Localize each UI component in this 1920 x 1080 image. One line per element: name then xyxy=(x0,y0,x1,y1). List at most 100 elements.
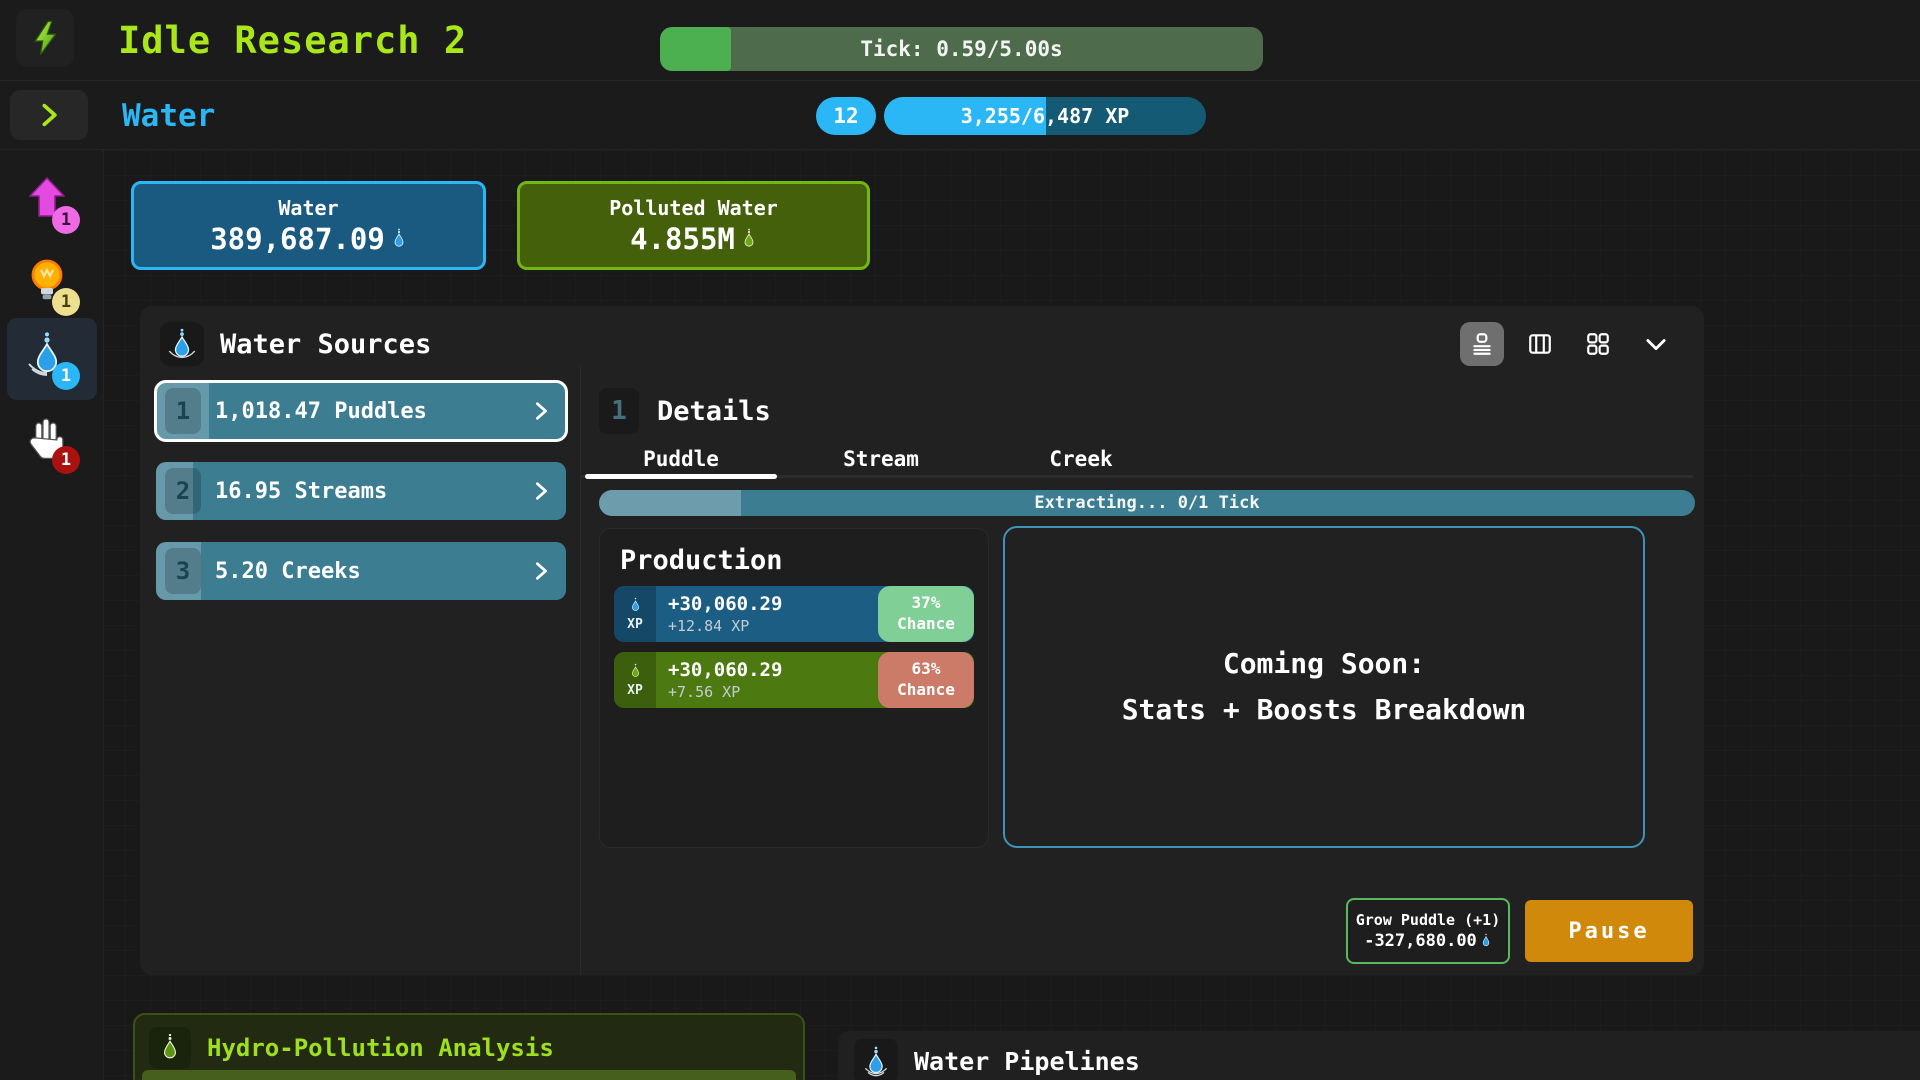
hydro-pollution-progress-strip xyxy=(142,1070,796,1080)
source-label: 5.20 Creeks xyxy=(215,559,361,584)
column-view-button[interactable] xyxy=(1518,322,1562,366)
extracting-progress-label: Extracting... 0/1 Tick xyxy=(599,490,1695,516)
water-sources-icon-chip xyxy=(160,322,204,366)
water-pipelines-title: Water Pipelines xyxy=(914,1047,1140,1076)
production-row-water: XP +30,060.29 +12.84 XP 37% Chance xyxy=(614,586,974,642)
page-title: Water xyxy=(122,81,215,150)
polluted-amount: 4.855M xyxy=(630,222,735,256)
grid-view-button[interactable] xyxy=(1576,322,1620,366)
tab-label: Creek xyxy=(1049,447,1112,471)
sidebar-item-upgrades[interactable]: 1 xyxy=(0,164,104,242)
sub-bar: Water 12 3,255/6,487 XP xyxy=(0,81,1920,150)
water-resource-card[interactable]: Water 389,687.09 xyxy=(131,181,486,270)
sidebar-item-water[interactable]: 1 xyxy=(0,320,104,398)
production-title: Production xyxy=(600,529,988,586)
grid-view-icon xyxy=(1585,331,1611,357)
water-sources-panel: Water Sources xyxy=(140,306,1704,975)
source-index: 3 xyxy=(165,548,201,594)
production-row-values: +30,060.29 +12.84 XP xyxy=(656,586,878,642)
production-row-values: +30,060.29 +7.56 XP xyxy=(656,652,878,708)
tick-progress-bar: Tick: 0.59/5.00s xyxy=(660,27,1263,71)
sidebar-expand-button[interactable] xyxy=(10,90,88,140)
extracting-progress-bar: Extracting... 0/1 Tick xyxy=(599,490,1695,516)
sidebar-item-research[interactable]: 1 xyxy=(0,246,104,324)
chance-percent: 63% xyxy=(912,659,941,680)
game-screen: Idle Research 2 Tick: 0.59/5.00s Water 1… xyxy=(0,0,1920,1080)
pipelines-icon-chip xyxy=(854,1039,898,1080)
chevron-right-icon xyxy=(530,382,552,440)
app-logo-button[interactable] xyxy=(16,9,74,67)
chance-chip: 63% Chance xyxy=(878,652,974,708)
production-xp: +7.56 XP xyxy=(668,683,878,701)
collapse-panel-button[interactable] xyxy=(1634,322,1678,366)
chevron-down-icon xyxy=(1642,330,1670,358)
hydro-pollution-title: Hydro-Pollution Analysis xyxy=(207,1034,554,1062)
source-item-streams[interactable]: 2 16.95 Streams xyxy=(156,462,566,520)
grow-puddle-button[interactable]: Grow Puddle (+1) -327,680.00 xyxy=(1346,898,1510,964)
details-title: Details xyxy=(657,388,771,434)
details-region: 1 Details Puddle Stream Creek Extracting… xyxy=(580,366,1704,975)
water-drop-icon xyxy=(391,228,407,250)
polluted-card-title: Polluted Water xyxy=(609,196,778,220)
sidebar: 1 1 1 xyxy=(0,150,104,1080)
xp-progress-bar: 3,255/6,487 XP xyxy=(884,97,1206,135)
production-card: Production XP +30,060.29 +12.84 xyxy=(599,528,989,848)
polluted-card-value: 4.855M xyxy=(630,222,757,256)
tab-puddle[interactable]: Puddle xyxy=(581,442,781,475)
polluted-drop-icon xyxy=(629,663,642,680)
source-index: 2 xyxy=(165,468,201,514)
pause-button[interactable]: Pause xyxy=(1525,900,1693,962)
chevron-right-icon xyxy=(35,101,63,129)
chance-word: Chance xyxy=(897,614,955,635)
source-item-creeks[interactable]: 3 5.20 Creeks xyxy=(156,542,566,600)
source-item-puddles[interactable]: 1 1,018.47 Puddles xyxy=(156,382,566,440)
water-drop-ripple-icon xyxy=(165,327,199,361)
polluted-water-resource-card[interactable]: Polluted Water 4.855M xyxy=(517,181,870,270)
polluted-drop-icon xyxy=(157,1033,183,1063)
tab-creek[interactable]: Creek xyxy=(981,442,1181,475)
hydro-pollution-panel: Hydro-Pollution Analysis xyxy=(133,1013,805,1080)
coming-soon-box: Coming Soon: Stats + Boosts Breakdown xyxy=(1003,526,1645,848)
chance-word: Chance xyxy=(897,680,955,701)
water-badge: 1 xyxy=(52,362,80,390)
details-index-chip: 1 xyxy=(599,388,639,434)
water-pipelines-header: Water Pipelines xyxy=(838,1031,1920,1080)
coming-soon-line1: Coming Soon: xyxy=(1223,641,1425,687)
water-card-value: 389,687.09 xyxy=(210,222,407,256)
column-view-icon xyxy=(1527,331,1553,357)
stack-view-button[interactable] xyxy=(1460,322,1504,366)
upgrades-badge: 1 xyxy=(52,206,80,234)
stack-view-icon xyxy=(1469,331,1495,357)
source-label: 1,018.47 Puddles xyxy=(215,399,427,424)
top-bar: Idle Research 2 Tick: 0.59/5.00s xyxy=(0,0,1920,81)
water-drop-icon xyxy=(629,597,642,614)
lightning-bolt-icon xyxy=(27,20,63,56)
production-row-icon-col: XP xyxy=(614,586,656,642)
hydro-icon-chip xyxy=(149,1027,191,1069)
chevron-right-icon xyxy=(530,542,552,600)
tab-label: Stream xyxy=(843,447,919,471)
tab-label: Puddle xyxy=(643,447,719,471)
tick-progress-label: Tick: 0.59/5.00s xyxy=(660,27,1263,71)
chevron-right-icon xyxy=(530,462,552,520)
xp-tag: XP xyxy=(627,617,643,632)
level-badge: 12 xyxy=(816,97,876,135)
water-sources-title: Water Sources xyxy=(220,322,431,366)
chance-percent: 37% xyxy=(912,593,941,614)
xp-progress-label: 3,255/6,487 XP xyxy=(884,97,1206,135)
coming-soon-line2: Stats + Boosts Breakdown xyxy=(1122,687,1527,733)
source-label: 16.95 Streams xyxy=(215,479,387,504)
water-card-title: Water xyxy=(278,196,338,220)
research-badge: 1 xyxy=(52,288,80,316)
grow-button-label: Grow Puddle (+1) xyxy=(1356,911,1501,929)
xp-tag: XP xyxy=(627,683,643,698)
production-amount: +30,060.29 xyxy=(668,659,878,681)
production-amount: +30,060.29 xyxy=(668,593,878,615)
view-mode-buttons xyxy=(1460,322,1678,366)
source-index: 1 xyxy=(165,388,201,434)
water-amount: 389,687.09 xyxy=(210,222,385,256)
app-title: Idle Research 2 xyxy=(118,0,467,81)
sidebar-item-manual[interactable]: 1 xyxy=(0,404,104,482)
tab-stream[interactable]: Stream xyxy=(781,442,981,475)
grow-cost-value: -327,680.00 xyxy=(1364,931,1477,951)
